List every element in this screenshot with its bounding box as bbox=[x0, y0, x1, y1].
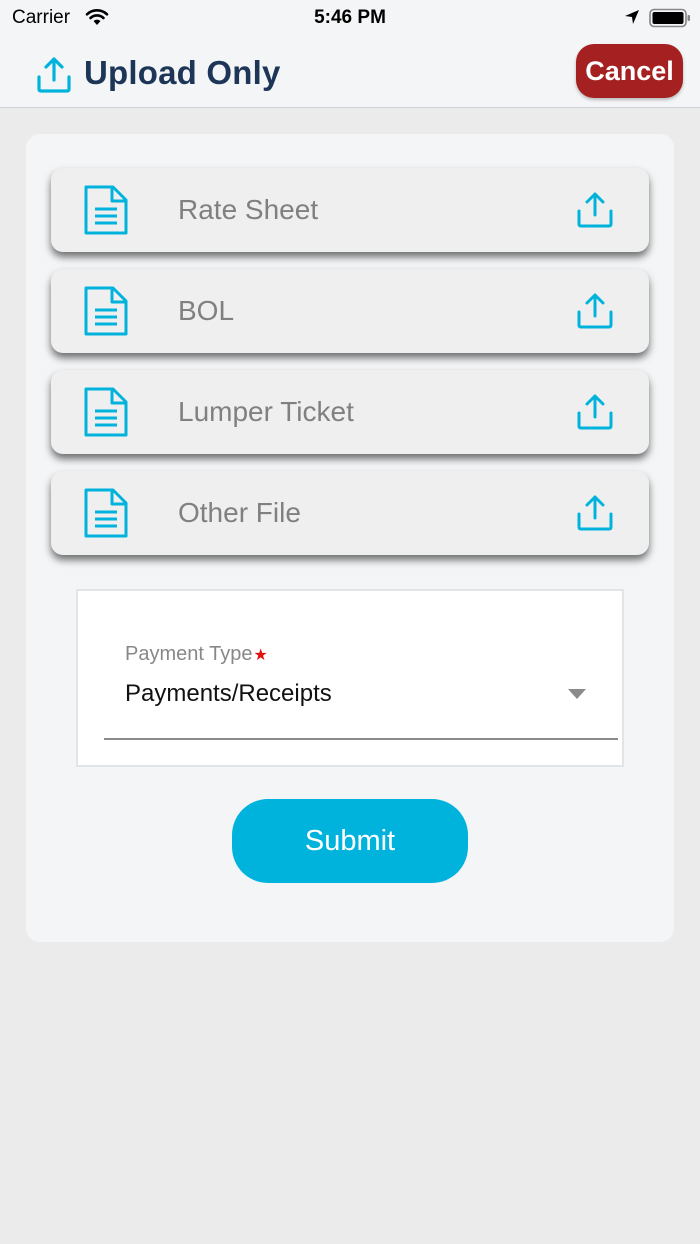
file-label: Lumper Ticket bbox=[178, 396, 354, 427]
file-row-rate-sheet[interactable]: Rate Sheet bbox=[51, 168, 649, 252]
document-icon bbox=[84, 286, 128, 336]
submit-button[interactable]: Submit bbox=[232, 799, 468, 883]
header: Upload Only Cancel bbox=[0, 36, 700, 108]
file-row-lumper-ticket[interactable]: Lumper Ticket bbox=[51, 370, 649, 454]
required-star-icon: ★ bbox=[253, 647, 268, 664]
upload-icon[interactable] bbox=[575, 392, 615, 432]
select-underline bbox=[104, 738, 618, 740]
upload-icon bbox=[37, 57, 71, 93]
payment-type-select[interactable]: Payments/Receipts bbox=[125, 680, 332, 708]
upload-card: Rate Sheet BOL Lumper Ticket Other File … bbox=[26, 134, 674, 942]
page-title: Upload Only bbox=[84, 54, 281, 91]
payment-type-label: Payment Type★ bbox=[125, 643, 268, 666]
file-row-other-file[interactable]: Other File bbox=[51, 471, 649, 555]
upload-icon[interactable] bbox=[575, 291, 615, 331]
file-row-bol[interactable]: BOL bbox=[51, 269, 649, 353]
document-icon bbox=[84, 488, 128, 538]
file-label: BOL bbox=[178, 295, 235, 326]
status-bar: Carrier 5:46 PM bbox=[0, 0, 700, 36]
payment-type-label-text: Payment Type bbox=[125, 643, 253, 665]
document-icon bbox=[84, 185, 128, 235]
battery-icon bbox=[649, 8, 690, 28]
document-icon bbox=[84, 387, 128, 437]
location-arrow-icon bbox=[625, 10, 639, 24]
clock: 5:46 PM bbox=[314, 7, 386, 28]
payment-type-field: Payment Type★ Payments/Receipts bbox=[76, 589, 624, 767]
file-label: Rate Sheet bbox=[178, 194, 319, 225]
file-label: Other File bbox=[178, 497, 301, 528]
upload-icon[interactable] bbox=[575, 190, 615, 230]
cancel-button[interactable]: Cancel bbox=[576, 44, 683, 98]
upload-icon[interactable] bbox=[575, 493, 615, 533]
dropdown-arrow-icon[interactable] bbox=[568, 689, 586, 699]
